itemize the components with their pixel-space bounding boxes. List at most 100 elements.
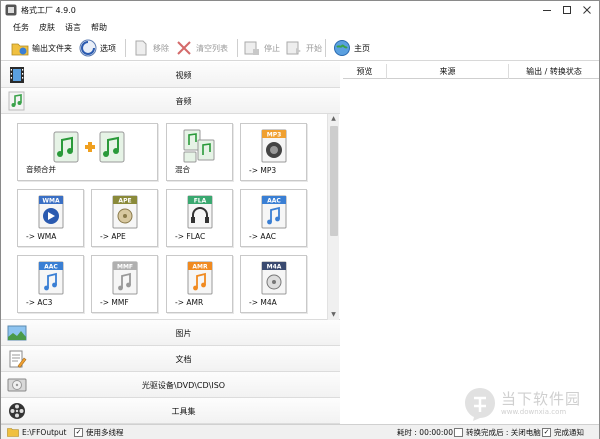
document-pen-icon xyxy=(9,350,27,368)
start-button[interactable]: 开始 xyxy=(285,37,322,59)
minimize-button[interactable] xyxy=(537,1,557,19)
menu-help[interactable]: 帮助 xyxy=(91,22,107,33)
folder-icon xyxy=(11,43,29,56)
menu-language[interactable]: 语言 xyxy=(65,22,81,33)
toolbar-divider xyxy=(237,39,238,57)
tool-label: -> MMF xyxy=(100,298,129,307)
category-disc[interactable]: 光驱设备\DVD\CD\ISO xyxy=(1,372,340,398)
amr-file-icon: AMR xyxy=(187,261,213,295)
audio-mix-icon xyxy=(183,129,215,163)
elapsed-time-text: 耗时 : 00:00:00 xyxy=(397,428,453,437)
remove-button[interactable]: 移除 xyxy=(132,37,169,59)
start-icon xyxy=(286,41,301,55)
ac3-file-icon: AAC xyxy=(38,261,64,295)
multithread-toggle[interactable]: ✓ 使用多线程 xyxy=(74,427,124,438)
window-title: 格式工厂 4.9.0 xyxy=(21,6,76,15)
column-source[interactable]: 来源 xyxy=(387,64,509,79)
maximize-button[interactable] xyxy=(557,1,577,19)
tool-mix[interactable]: 混合 xyxy=(166,123,233,181)
clear-list-icon xyxy=(177,41,191,55)
remove-label: 移除 xyxy=(153,43,169,53)
badge-text: WMA xyxy=(42,198,60,205)
after-convert-toggle[interactable]: 转换完成后 : 关闭电脑 xyxy=(454,427,541,438)
tool-to-wma[interactable]: WMA -> WMA xyxy=(17,189,84,247)
scroll-thumb[interactable] xyxy=(330,126,338,236)
tool-label: -> FLAC xyxy=(175,232,206,241)
music-note-icon xyxy=(8,91,25,111)
tool-to-m4a[interactable]: M4A -> M4A xyxy=(240,255,307,313)
options-button[interactable]: 选项 xyxy=(79,37,116,59)
stop-button[interactable]: 停止 xyxy=(243,37,280,59)
flac-headphones-icon: FLA xyxy=(187,195,213,229)
watermark-url: www.downxia.com xyxy=(501,408,567,416)
category-audio[interactable]: 音频 xyxy=(1,88,340,114)
tool-to-amr[interactable]: AMR -> AMR xyxy=(166,255,233,313)
tool-label: -> WMA xyxy=(26,232,57,241)
scroll-down-arrow-icon[interactable]: ▼ xyxy=(328,310,339,320)
multithread-checkbox[interactable]: ✓ xyxy=(74,428,83,437)
mp3-speaker-icon: MP3 xyxy=(261,129,287,163)
after-convert-checkbox[interactable] xyxy=(454,428,463,437)
toolbar-divider xyxy=(325,39,326,57)
badge-text: FLA xyxy=(194,198,207,205)
tool-to-mp3[interactable]: MP3 -> MP3 xyxy=(240,123,307,181)
home-button[interactable]: 主页 xyxy=(333,37,370,59)
tool-label: -> AMR xyxy=(175,298,204,307)
tool-label: 混合 xyxy=(175,165,190,174)
category-video[interactable]: 视频 xyxy=(1,62,340,88)
minimize-icon xyxy=(543,10,551,11)
tool-to-ape[interactable]: APE -> APE xyxy=(91,189,158,247)
menu-task[interactable]: 任务 xyxy=(13,22,29,33)
mmf-file-icon: MMF xyxy=(112,261,138,295)
folder-icon xyxy=(7,428,19,437)
notify-checkbox[interactable]: ✓ xyxy=(542,428,551,437)
picture-icon xyxy=(7,325,27,341)
badge-text: AAC xyxy=(44,264,58,271)
badge-text: AMR xyxy=(192,264,208,271)
watermark: 当下软件园 www.downxia.com xyxy=(461,386,591,422)
column-preview[interactable]: 预览 xyxy=(343,64,387,79)
toolbox-reel-icon xyxy=(9,403,25,419)
remove-file-icon xyxy=(135,40,147,56)
notify-toggle[interactable]: ✓ 完成通知 xyxy=(542,427,584,438)
notify-label: 完成通知 xyxy=(554,428,584,437)
title-bar: 格式工厂 4.9.0 xyxy=(1,1,599,19)
output-folder-label: 输出文件夹 xyxy=(32,43,72,53)
tool-audio-join[interactable]: 音频合并 xyxy=(17,123,158,181)
output-folder-button[interactable]: 输出文件夹 xyxy=(11,37,72,59)
task-list: 预览 来源 输出 / 转换状态 当下软件园 www.downxia.com xyxy=(343,62,599,424)
category-picture[interactable]: 图片 xyxy=(1,320,340,346)
category-document[interactable]: 文档 xyxy=(1,346,340,372)
wma-play-icon: WMA xyxy=(38,195,64,229)
ape-file-icon: APE xyxy=(112,195,138,229)
audio-scrollbar[interactable]: ▲ ▼ xyxy=(327,114,339,320)
menu-skin[interactable]: 皮肤 xyxy=(39,22,55,33)
options-label: 选项 xyxy=(100,43,116,53)
options-icon xyxy=(79,39,97,57)
toolbar: 输出文件夹 选项 移除 清空列表 停止 开始 主页 xyxy=(1,35,599,61)
tool-label: -> AAC xyxy=(249,232,276,241)
close-button[interactable] xyxy=(577,1,597,19)
output-path[interactable]: E:\FFOutput xyxy=(7,427,66,437)
tool-to-ac3[interactable]: AAC -> AC3 xyxy=(17,255,84,313)
badge-text: MP3 xyxy=(267,132,282,139)
tool-to-mmf[interactable]: MMF -> MMF xyxy=(91,255,158,313)
category-disc-label: 光驱设备\DVD\CD\ISO xyxy=(141,381,226,390)
home-globe-icon xyxy=(334,40,350,56)
app-logo-icon xyxy=(5,4,17,16)
output-path-text: E:\FFOutput xyxy=(22,427,67,437)
watermark-text: 当下软件园 xyxy=(501,390,582,408)
disc-drive-icon xyxy=(7,378,27,392)
category-toolbox[interactable]: 工具集 xyxy=(1,398,340,424)
tool-to-flac[interactable]: FLA -> FLAC xyxy=(166,189,233,247)
after-convert-label: 转换完成后 : 关闭电脑 xyxy=(466,428,541,437)
watermark-logo-icon xyxy=(465,388,495,421)
badge-text: APE xyxy=(118,198,131,205)
multithread-label: 使用多线程 xyxy=(86,428,124,437)
tool-to-aac[interactable]: AAC -> AAC xyxy=(240,189,307,247)
clear-list-button[interactable]: 清空列表 xyxy=(175,37,228,59)
elapsed-time: 耗时 : 00:00:00 xyxy=(397,427,453,438)
column-output-status[interactable]: 输出 / 转换状态 xyxy=(509,64,599,79)
category-audio-label: 音频 xyxy=(175,97,192,106)
scroll-up-arrow-icon[interactable]: ▲ xyxy=(328,114,339,124)
